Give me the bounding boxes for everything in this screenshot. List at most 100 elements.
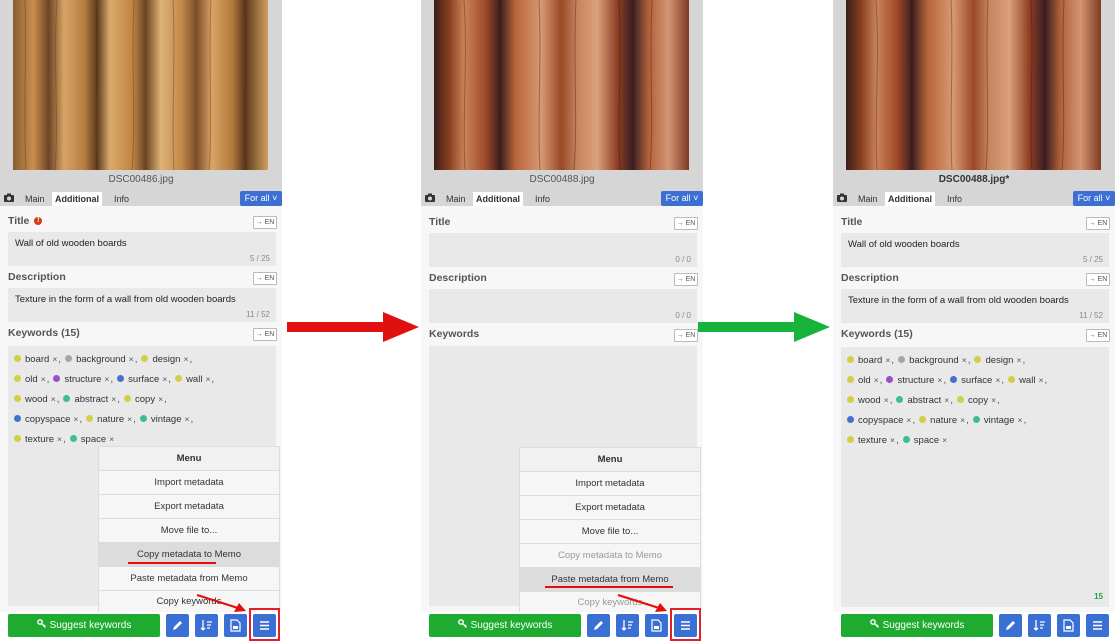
remove-keyword-icon[interactable]: × [1018,415,1023,425]
keyword-chip[interactable]: surface × [117,374,167,385]
keyword-chip[interactable]: nature × [86,414,132,425]
keyword-chip[interactable]: design × [974,355,1021,366]
tab-info[interactable]: Info [532,192,553,206]
tab-main[interactable]: Main [22,192,48,206]
save-file-button[interactable] [1057,614,1080,637]
for-all-dropdown[interactable]: For all ˅ [661,191,703,206]
remove-keyword-icon[interactable]: × [960,415,965,425]
keyword-chip[interactable]: structure × [53,374,109,385]
remove-keyword-icon[interactable]: × [129,354,134,364]
menu-import-metadata[interactable]: Import metadata [99,471,279,495]
menu-import-metadata[interactable]: Import metadata [520,472,700,496]
keyword-chip[interactable]: old × [14,374,46,385]
keyword-chip[interactable]: copyspace × [847,415,911,426]
keyword-chip[interactable]: wood × [847,395,889,406]
wood-photo-thumbnail[interactable] [434,0,689,170]
translate-en-button[interactable]: → EN [253,272,277,285]
remove-keyword-icon[interactable]: × [57,434,62,444]
keyword-chip[interactable]: texture × [14,434,62,445]
camera-icon[interactable] [835,191,849,205]
suggest-keywords-button[interactable]: Suggest keywords [429,614,581,637]
keyword-chip[interactable]: design × [141,354,188,365]
menu-move-file[interactable]: Move file to... [520,520,700,544]
remove-keyword-icon[interactable]: × [1038,375,1043,385]
keyword-chip[interactable]: texture × [847,435,895,446]
sort-button[interactable] [195,614,218,637]
description-field[interactable]: Texture in the form of a wall from old w… [8,288,276,322]
keyword-chip[interactable]: copy × [957,395,996,406]
remove-keyword-icon[interactable]: × [995,375,1000,385]
remove-keyword-icon[interactable]: × [205,374,210,384]
keyword-chip[interactable]: wood × [14,394,56,405]
remove-keyword-icon[interactable]: × [937,375,942,385]
sort-button[interactable] [1028,614,1051,637]
remove-keyword-icon[interactable]: × [52,354,57,364]
remove-keyword-icon[interactable]: × [944,395,949,405]
camera-icon[interactable] [423,191,437,205]
keyword-chip[interactable]: board × [847,355,890,366]
translate-en-button[interactable]: → EN [253,216,277,229]
remove-keyword-icon[interactable]: × [942,435,947,445]
title-field[interactable]: Wall of old wooden boards 5 / 25 [841,233,1109,267]
tab-info[interactable]: Info [111,192,132,206]
keyword-chip[interactable]: surface × [950,375,1000,386]
tab-additional[interactable]: Additional [885,192,935,206]
translate-en-button[interactable]: → EN [1086,329,1110,342]
keyword-chip[interactable]: copyspace × [14,414,78,425]
for-all-dropdown[interactable]: For all ˅ [1073,191,1115,206]
menu-button[interactable] [1086,614,1109,637]
keyword-chip[interactable]: abstract × [896,395,949,406]
edit-button[interactable] [166,614,189,637]
description-field[interactable]: 0 / 0 [429,289,697,323]
keyword-chip[interactable]: wall × [175,374,210,385]
remove-keyword-icon[interactable]: × [51,394,56,404]
remove-keyword-icon[interactable]: × [111,394,116,404]
tab-additional[interactable]: Additional [473,192,523,206]
keyword-chip[interactable]: nature × [919,415,965,426]
keyword-chip[interactable]: space × [902,435,947,446]
keyword-chip[interactable]: background × [898,355,967,366]
menu-export-metadata[interactable]: Export metadata [99,495,279,519]
wood-photo-thumbnail[interactable] [846,0,1101,170]
remove-keyword-icon[interactable]: × [991,395,996,405]
edit-button[interactable] [999,614,1022,637]
keyword-chip[interactable]: structure × [886,375,942,386]
menu-export-metadata[interactable]: Export metadata [520,496,700,520]
for-all-dropdown[interactable]: For all ˅ [240,191,282,206]
remove-keyword-icon[interactable]: × [885,355,890,365]
remove-keyword-icon[interactable]: × [127,414,132,424]
tab-additional[interactable]: Additional [52,192,102,206]
remove-keyword-icon[interactable]: × [183,354,188,364]
translate-en-button[interactable]: → EN [674,329,698,342]
translate-en-button[interactable]: → EN [253,328,277,341]
keyword-chip[interactable]: space × [69,434,114,445]
translate-en-button[interactable]: → EN [674,273,698,286]
remove-keyword-icon[interactable]: × [890,435,895,445]
remove-keyword-icon[interactable]: × [162,374,167,384]
keyword-chip[interactable]: abstract × [63,394,116,405]
edit-button[interactable] [587,614,610,637]
keyword-chip[interactable]: copy × [124,394,163,405]
translate-en-button[interactable]: → EN [1086,217,1110,230]
suggest-keywords-button[interactable]: Suggest keywords [841,614,993,637]
tab-main[interactable]: Main [443,192,469,206]
remove-keyword-icon[interactable]: × [962,355,967,365]
remove-keyword-icon[interactable]: × [185,414,190,424]
translate-en-button[interactable]: → EN [1086,273,1110,286]
keywords-field[interactable]: board ×, background ×, design ×, old ×, structur… [841,347,1109,607]
title-field[interactable]: 0 / 0 [429,233,697,267]
keyword-chip[interactable]: wall × [1008,375,1043,386]
menu-paste-metadata-from-memo[interactable]: Paste metadata from Memo [520,568,700,592]
remove-keyword-icon[interactable]: × [41,374,46,384]
save-file-button[interactable] [645,614,668,637]
remove-keyword-icon[interactable]: × [109,434,114,444]
menu-move-file[interactable]: Move file to... [99,519,279,543]
keyword-chip[interactable]: vintage × [972,415,1023,426]
remove-keyword-icon[interactable]: × [1016,355,1021,365]
remove-keyword-icon[interactable]: × [158,394,163,404]
keyword-chip[interactable]: vintage × [139,414,190,425]
translate-en-button[interactable]: → EN [674,217,698,230]
keyword-chip[interactable]: board × [14,354,57,365]
tab-main[interactable]: Main [855,192,881,206]
menu-copy-metadata-to-memo[interactable]: Copy metadata to Memo [520,544,700,568]
